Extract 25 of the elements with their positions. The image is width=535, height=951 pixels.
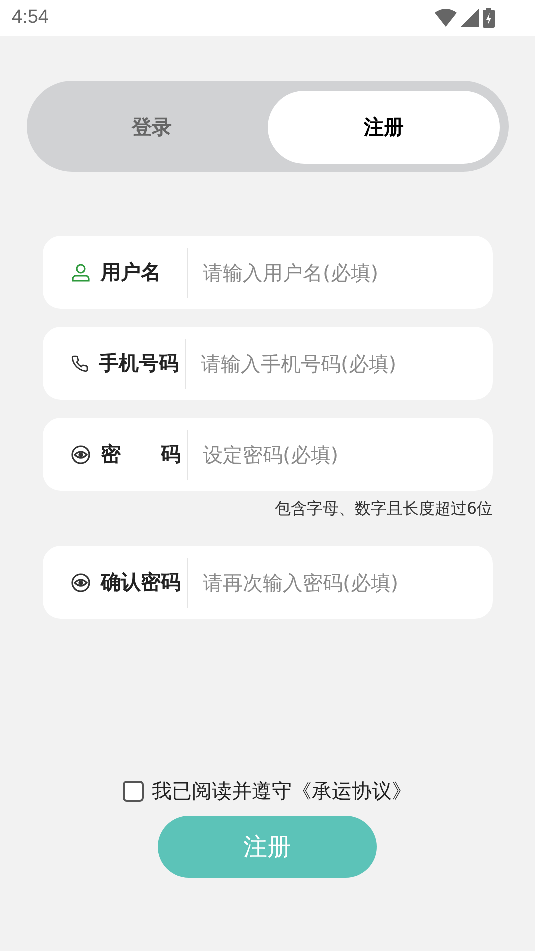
phone-icon (71, 354, 89, 372)
tab[interactable]: 登录 (36, 91, 268, 164)
battery-icon (483, 8, 495, 28)
eye-icon (71, 444, 91, 464)
input-field[interactable]: 确认密码 请再次输入密码(必填) (43, 546, 493, 619)
eye-icon (71, 572, 91, 592)
field-label: 确认密码 (101, 569, 182, 596)
tab[interactable]: 注册 (268, 91, 500, 164)
text-input[interactable]: 请输入手机号码(必填) (201, 344, 493, 384)
field-label: 用户名 (101, 259, 162, 286)
wifi-icon (435, 9, 457, 27)
field-label: 密 码 (101, 441, 182, 468)
status-time: 4:54 (12, 7, 49, 29)
field-label: 手机号码 (99, 350, 180, 377)
agreement-text: 我已阅读并遵守《承运协议》 (152, 778, 412, 805)
input-field[interactable]: 手机号码 请输入手机号码(必填) (43, 327, 493, 400)
password-hint: 包含字母、数字且长度超过6位 (274, 499, 493, 520)
person-icon (71, 262, 91, 282)
text-input[interactable]: 设定密码(必填) (203, 434, 493, 474)
input-field[interactable]: 密 码 设定密码(必填) (43, 418, 493, 491)
text-input[interactable]: 请输入用户名(必填) (203, 252, 493, 292)
signal-icon (461, 9, 479, 27)
agreement-checkbox[interactable] (123, 781, 144, 802)
text-input[interactable]: 请再次输入密码(必填) (203, 562, 493, 602)
input-field[interactable]: 用户名 请输入用户名(必填) (43, 236, 493, 309)
